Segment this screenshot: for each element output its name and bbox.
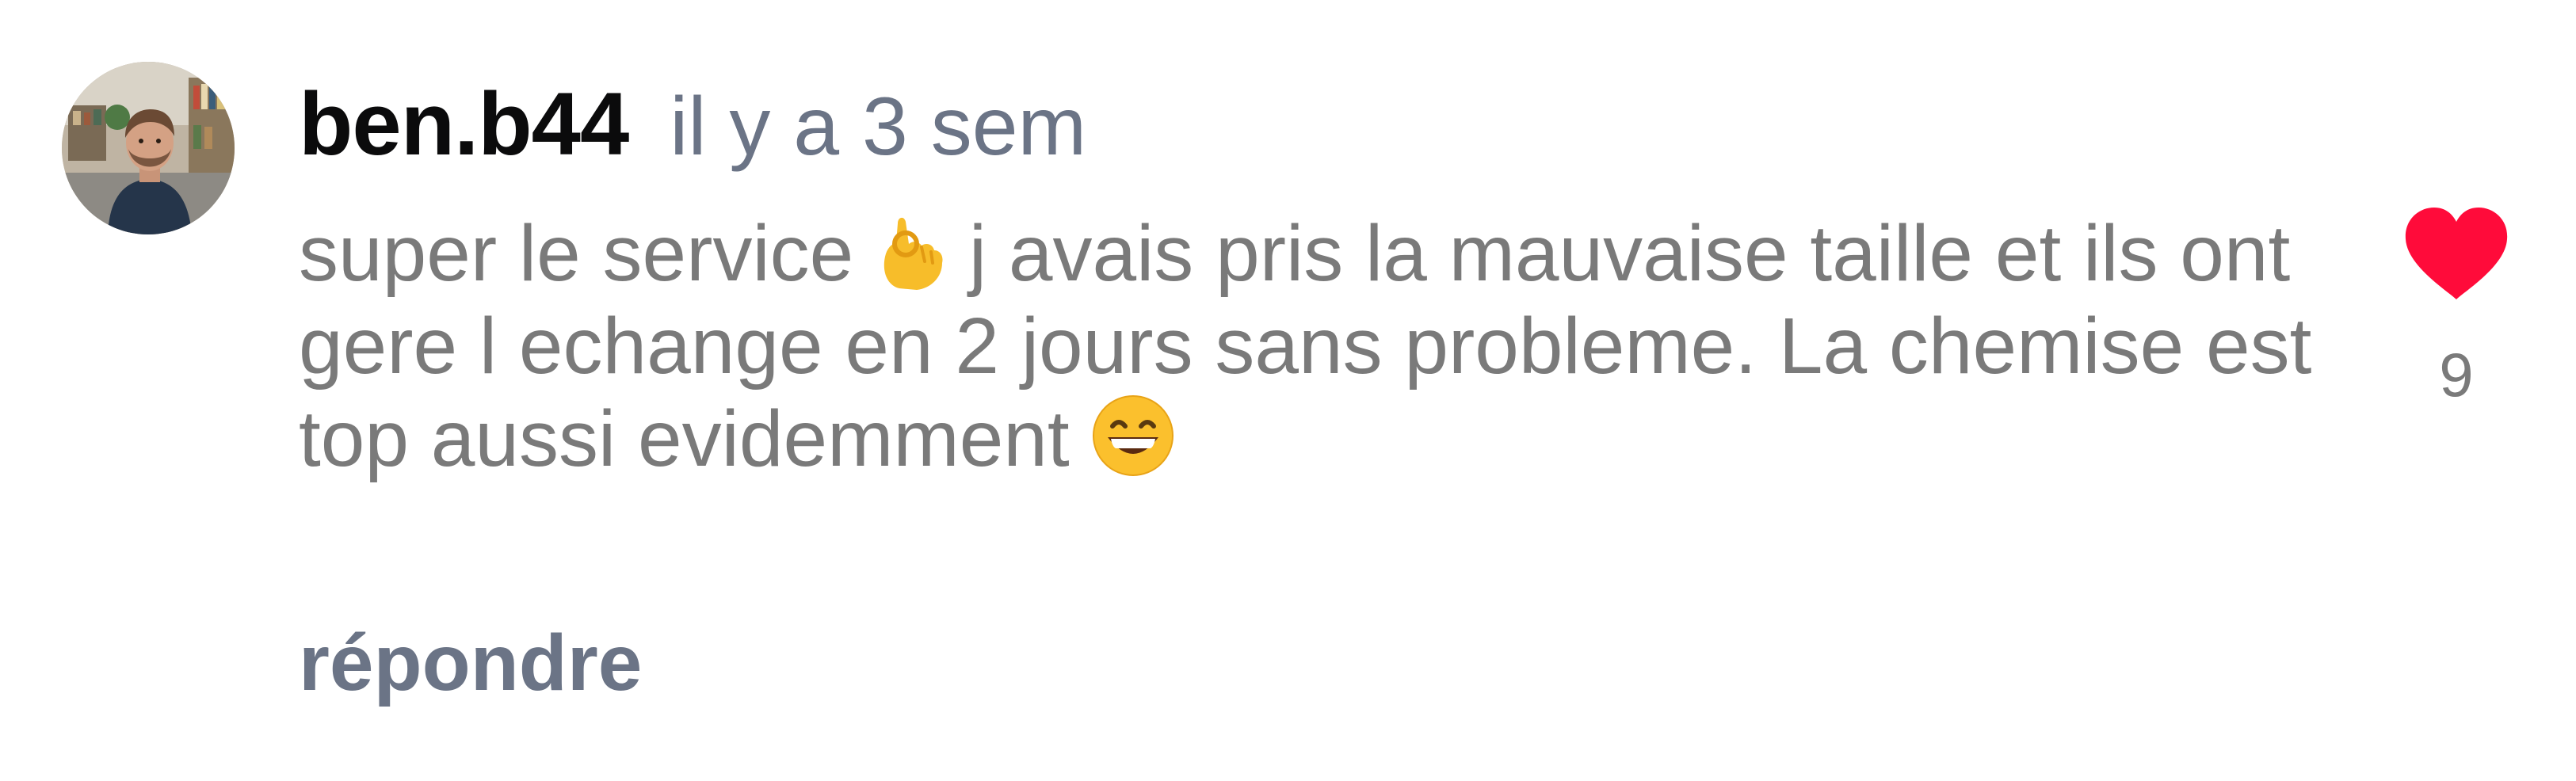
avatar-photo xyxy=(62,62,235,234)
avatar[interactable] xyxy=(62,62,235,234)
comment: ben.b44 il y a 3 sem super le service j … xyxy=(0,0,2576,781)
comment-header: ben.b44 il y a 3 sem xyxy=(299,73,1086,176)
timestamp: il y a 3 sem xyxy=(670,81,1087,173)
ok-hand-emoji xyxy=(876,212,947,291)
comment-text-part-1: super le service xyxy=(299,209,876,298)
heart-icon[interactable] xyxy=(2402,206,2510,301)
comment-text: super le service j avais pris la mauvais… xyxy=(299,208,2327,486)
reply-button[interactable]: répondre xyxy=(299,618,642,709)
username[interactable]: ben.b44 xyxy=(299,73,629,175)
like-button[interactable]: 9 xyxy=(2393,206,2520,411)
grinning-face-emoji xyxy=(1092,394,1174,477)
like-count: 9 xyxy=(2439,340,2474,410)
